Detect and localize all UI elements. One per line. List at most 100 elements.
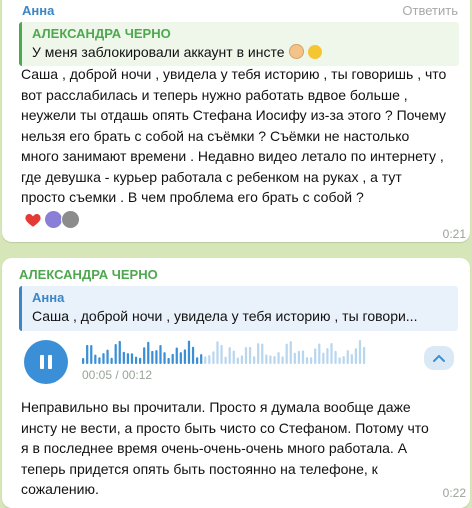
chevron-up-icon <box>433 354 445 362</box>
waveform-bar <box>265 354 268 364</box>
waveform-bar <box>289 341 292 364</box>
waveform-bar <box>310 357 313 364</box>
waveform-bar <box>98 357 101 364</box>
waveform-bar <box>261 343 264 364</box>
waveform-bar <box>248 346 252 364</box>
message-text: Саша , доброй ночи , увидела у тебя исто… <box>21 66 447 205</box>
pause-button[interactable] <box>24 340 68 384</box>
reply-quote[interactable]: АЛЕКСАНДРА ЧЕРНО У меня заблокировали ак… <box>19 22 459 66</box>
waveform-bar <box>179 352 182 364</box>
waveform-bar <box>224 356 227 364</box>
waveform-bar <box>106 349 109 364</box>
waveform-bar <box>94 354 97 364</box>
reactions[interactable] <box>24 210 80 229</box>
waveform-bar <box>285 343 288 364</box>
waveform-bar <box>342 356 345 364</box>
waveform-bar <box>338 357 341 364</box>
elapsed-time: 00:05 <box>82 368 113 382</box>
waveform-bar <box>151 350 154 364</box>
waveform-bar <box>301 350 305 364</box>
sender-name[interactable]: Анна <box>22 3 54 18</box>
waveform-bar <box>314 348 317 364</box>
waveform-bar <box>216 341 219 364</box>
waveform-bar <box>118 340 121 364</box>
waveform-bar <box>130 353 134 364</box>
waveform-bar <box>155 350 158 364</box>
waveform-bar <box>346 350 349 364</box>
timestamp: 0:22 <box>442 486 466 500</box>
waveform-bar <box>163 352 166 364</box>
reply-button[interactable]: Ответить <box>402 3 458 18</box>
avatar[interactable] <box>61 210 80 229</box>
waveform-bar <box>269 355 272 364</box>
waveform-bar <box>293 352 296 364</box>
waveform-bar <box>318 343 321 364</box>
waveform-bar <box>175 347 178 364</box>
waveform-bar <box>257 343 260 364</box>
waveform-bar <box>358 340 362 364</box>
waveform-bar <box>147 341 150 364</box>
waveform-bar <box>253 356 256 364</box>
heart-icon[interactable] <box>24 211 42 229</box>
collapse-button[interactable] <box>424 346 454 370</box>
avatar[interactable] <box>45 211 62 228</box>
waveform-bar <box>139 357 142 364</box>
waveform-bar <box>208 354 211 364</box>
waveform-bar <box>362 346 366 364</box>
waveform-bar <box>350 354 353 364</box>
sender-name[interactable]: АЛЕКСАНДРА ЧЕРНО <box>19 267 158 282</box>
waveform-bar <box>167 357 170 364</box>
waveform-bar <box>122 351 125 364</box>
waveform-bar <box>273 356 276 364</box>
waveform-bar <box>236 357 239 364</box>
waveform-bar <box>126 353 130 364</box>
waveform-bar <box>191 346 195 364</box>
waveform-bar <box>110 357 113 364</box>
timestamp: 0:21 <box>442 227 466 241</box>
waveform-bar <box>183 349 187 364</box>
waveform-bar <box>228 347 231 364</box>
message-bubble-anna[interactable]: Анна Ответить АЛЕКСАНДРА ЧЕРНО У меня за… <box>2 0 470 242</box>
quote-author: Анна <box>32 290 65 305</box>
waveform-bar <box>305 357 309 364</box>
waveform-bar <box>212 351 215 364</box>
waveform-bar <box>220 344 223 364</box>
voice-waveform[interactable] <box>82 340 367 364</box>
quote-text: У меня заблокировали аккаунт в инсте <box>32 42 459 62</box>
total-time: 00:12 <box>122 368 153 382</box>
voice-duration: 00:05 / 00:12 <box>82 368 152 382</box>
waveform-bar <box>281 356 284 364</box>
pause-icon <box>40 355 44 369</box>
waveform-bar <box>326 348 329 364</box>
raised-hand-emoji <box>288 44 304 59</box>
waveform-bar <box>297 350 301 364</box>
sad-face-emoji <box>307 45 322 59</box>
waveform-bar <box>159 345 162 364</box>
quote-text-content: У меня заблокировали аккаунт в инсте <box>32 44 285 60</box>
waveform-bar <box>86 344 89 364</box>
waveform-bar <box>82 358 85 364</box>
waveform-bar <box>90 345 93 364</box>
waveform-bar <box>200 354 203 364</box>
waveform-bar <box>196 357 199 364</box>
waveform-bar <box>232 350 235 364</box>
message-text: Неправильно вы прочитали. Просто я думал… <box>21 399 429 497</box>
waveform-bar <box>204 356 207 364</box>
waveform-bar <box>134 356 138 364</box>
waveform-bar <box>322 352 325 364</box>
waveform-bar <box>171 353 174 364</box>
waveform-bar <box>244 347 248 364</box>
waveform-bar <box>334 350 337 364</box>
waveform-bar <box>102 353 105 364</box>
waveform-bar <box>277 352 280 364</box>
pause-icon <box>48 355 52 369</box>
reply-quote[interactable]: Анна Саша , доброй ночи , увидела у тебя… <box>19 286 458 331</box>
message-bubble-aleksandra[interactable]: АЛЕКСАНДРА ЧЕРНО Анна Саша , доброй ночи… <box>2 258 470 508</box>
waveform-bar <box>240 355 244 364</box>
waveform-bar <box>143 347 146 364</box>
waveform-bar <box>354 348 358 364</box>
waveform-bar <box>187 340 191 364</box>
waveform-bar <box>330 342 333 364</box>
time-separator: / <box>115 368 119 382</box>
waveform-bar <box>114 343 117 364</box>
